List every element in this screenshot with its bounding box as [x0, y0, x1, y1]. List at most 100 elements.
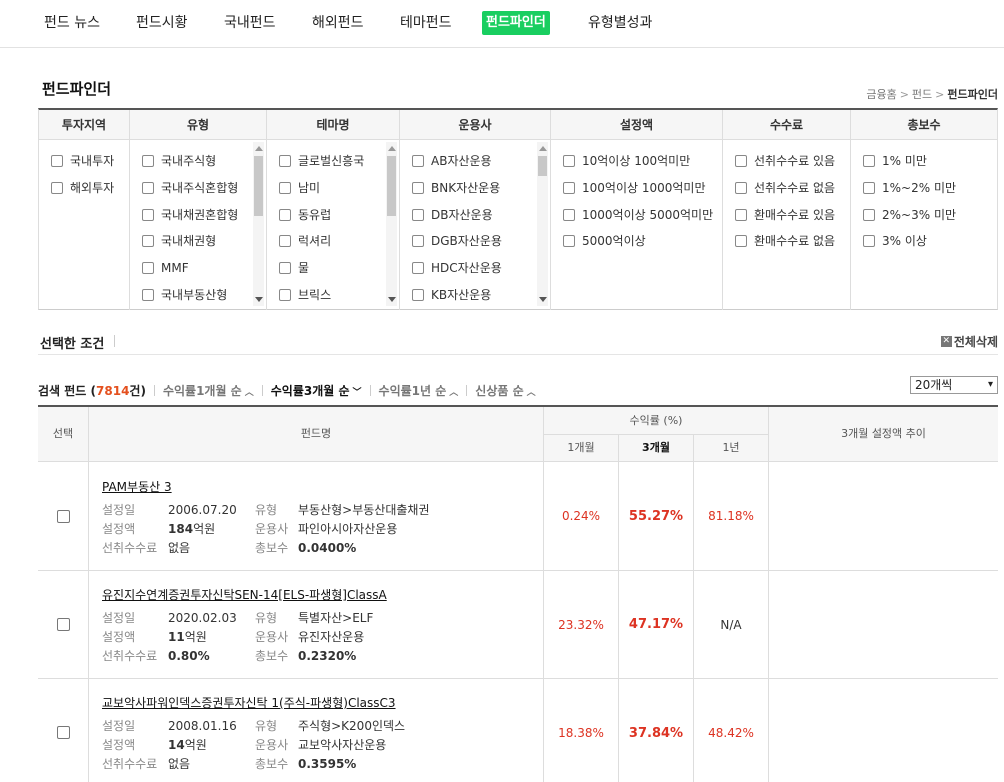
sort-return-3m[interactable]: 수익률3개월 순 ﹀	[271, 382, 362, 399]
tab-overseas-fund[interactable]: 해외펀드	[308, 11, 368, 35]
filter-option[interactable]: 물	[279, 255, 399, 282]
filter-option[interactable]: 1% 미만	[863, 148, 997, 175]
checkbox[interactable]	[735, 235, 747, 248]
filter-option[interactable]: 1000억이상 5000억미만	[563, 201, 722, 228]
scrollbar-thumb[interactable]	[387, 156, 396, 216]
checkbox[interactable]	[142, 235, 154, 248]
filter-option[interactable]: 선취수수료 있음	[735, 148, 850, 175]
breadcrumb-fund[interactable]: 펀드	[912, 88, 932, 101]
scroll-down-icon[interactable]	[388, 297, 396, 302]
scroll-down-icon[interactable]	[255, 297, 263, 302]
checkbox[interactable]	[412, 182, 424, 195]
checkbox[interactable]	[279, 262, 291, 275]
filter-option[interactable]: 동유럽	[279, 201, 399, 228]
clear-all-button[interactable]: ✕ 전체삭제	[940, 333, 998, 350]
filter-option[interactable]: HDC자산운용	[412, 255, 550, 282]
scrollbar[interactable]	[253, 142, 264, 306]
tab-fund-news[interactable]: 펀드 뉴스	[40, 11, 104, 35]
checkbox[interactable]	[735, 208, 747, 221]
checkbox[interactable]	[279, 208, 291, 221]
filter-option[interactable]: 100억이상 1000억미만	[563, 175, 722, 202]
checkbox[interactable]	[863, 182, 875, 195]
filter-option[interactable]: 선취수수료 없음	[735, 175, 850, 202]
filter-option[interactable]: 환매수수료 있음	[735, 201, 850, 228]
tab-fund-market[interactable]: 펀드시황	[132, 11, 192, 35]
filter-option[interactable]: 남미	[279, 175, 399, 202]
checkbox[interactable]	[863, 155, 875, 168]
breadcrumb-home[interactable]: 금융홈	[866, 88, 896, 101]
scroll-up-icon[interactable]	[388, 146, 396, 151]
checkbox[interactable]	[412, 208, 424, 221]
checkbox[interactable]	[563, 235, 575, 248]
checkbox[interactable]	[51, 182, 63, 195]
checkbox[interactable]	[142, 262, 154, 275]
fund-name-link[interactable]: 교보악사파워인덱스증권투자신탁 1(주식-파생형)ClassC3	[102, 694, 396, 711]
inception-date: 2006.07.20	[168, 503, 237, 517]
checkbox[interactable]	[142, 155, 154, 168]
filter-option[interactable]: DGB자산운용	[412, 228, 550, 255]
scrollbar-thumb[interactable]	[254, 156, 263, 216]
filter-column-fee: 수수료 선취수수료 있음 선취수수료 없음 환매수수료 있음 환매수수료 없음	[723, 110, 851, 310]
scrollbar[interactable]	[537, 142, 548, 306]
checkbox[interactable]	[279, 182, 291, 195]
filter-option[interactable]: 국내채권혼합형	[142, 201, 266, 228]
filter-option[interactable]: 글로벌신흥국	[279, 148, 399, 175]
filter-option[interactable]: 1%~2% 미만	[863, 175, 997, 202]
filter-option[interactable]: 럭셔리	[279, 228, 399, 255]
row-checkbox[interactable]	[57, 726, 70, 739]
checkbox[interactable]	[279, 235, 291, 248]
checkbox[interactable]	[142, 182, 154, 195]
scroll-up-icon[interactable]	[255, 146, 263, 151]
checkbox[interactable]	[412, 288, 424, 301]
filter-option[interactable]: 국내주식혼합형	[142, 175, 266, 202]
filter-option[interactable]: 5000억이상	[563, 228, 722, 255]
filter-option[interactable]: 3% 이상	[863, 228, 997, 255]
tab-domestic-fund[interactable]: 국내펀드	[220, 11, 280, 35]
fund-name-link[interactable]: 유진지수연계증권투자신탁SEN-14[ELS-파생형]ClassA	[102, 586, 387, 603]
checkbox[interactable]	[563, 155, 575, 168]
row-checkbox[interactable]	[57, 510, 70, 523]
fund-name-link[interactable]: PAM부동산 3	[102, 478, 172, 495]
filter-option[interactable]: BNK자산운용	[412, 175, 550, 202]
scroll-up-icon[interactable]	[539, 146, 547, 151]
page-size-select[interactable]: 20개씩 ▾	[910, 376, 998, 394]
filter-option[interactable]: 국내투자	[51, 148, 129, 175]
filter-option[interactable]: KB자산운용	[412, 281, 550, 308]
checkbox[interactable]	[51, 155, 63, 168]
row-checkbox[interactable]	[57, 618, 70, 631]
checkbox[interactable]	[279, 288, 291, 301]
checkbox[interactable]	[563, 208, 575, 221]
checkbox[interactable]	[412, 155, 424, 168]
filter-option[interactable]: 국내채권형	[142, 228, 266, 255]
filter-option[interactable]: 해외투자	[51, 175, 129, 202]
tab-theme-fund[interactable]: 테마펀드	[396, 11, 456, 35]
checkbox[interactable]	[563, 182, 575, 195]
filter-option[interactable]: MMF	[142, 255, 266, 282]
filter-option[interactable]: AB자산운용	[412, 148, 550, 175]
checkbox[interactable]	[142, 208, 154, 221]
checkbox[interactable]	[863, 208, 875, 221]
scroll-down-icon[interactable]	[539, 297, 547, 302]
filter-option[interactable]: 국내부동산형	[142, 281, 266, 308]
sort-return-1m[interactable]: 수익률1개월 순 ︿	[163, 382, 254, 399]
checkbox[interactable]	[279, 155, 291, 168]
filter-option[interactable]: 환매수수료 없음	[735, 228, 850, 255]
sort-return-1y[interactable]: 수익률1년 순 ︿	[379, 382, 459, 399]
checkbox[interactable]	[735, 155, 747, 168]
scrollbar[interactable]	[386, 142, 397, 306]
tab-fund-finder[interactable]: 펀드파인더	[482, 11, 550, 35]
checkbox[interactable]	[412, 235, 424, 248]
checkbox[interactable]	[142, 288, 154, 301]
field-label: 선취수수료	[102, 757, 158, 771]
filter-option[interactable]: 국내주식형	[142, 148, 266, 175]
checkbox[interactable]	[735, 182, 747, 195]
checkbox[interactable]	[863, 235, 875, 248]
sort-newest[interactable]: 신상품 순 ︿	[475, 382, 535, 399]
tab-performance-by-type[interactable]: 유형별성과	[584, 11, 656, 35]
checkbox[interactable]	[412, 262, 424, 275]
filter-option[interactable]: 브릭스	[279, 281, 399, 308]
filter-option[interactable]: 2%~3% 미만	[863, 201, 997, 228]
filter-option[interactable]: 10억이상 100억미만	[563, 148, 722, 175]
filter-option[interactable]: DB자산운용	[412, 201, 550, 228]
scrollbar-thumb[interactable]	[538, 156, 547, 176]
